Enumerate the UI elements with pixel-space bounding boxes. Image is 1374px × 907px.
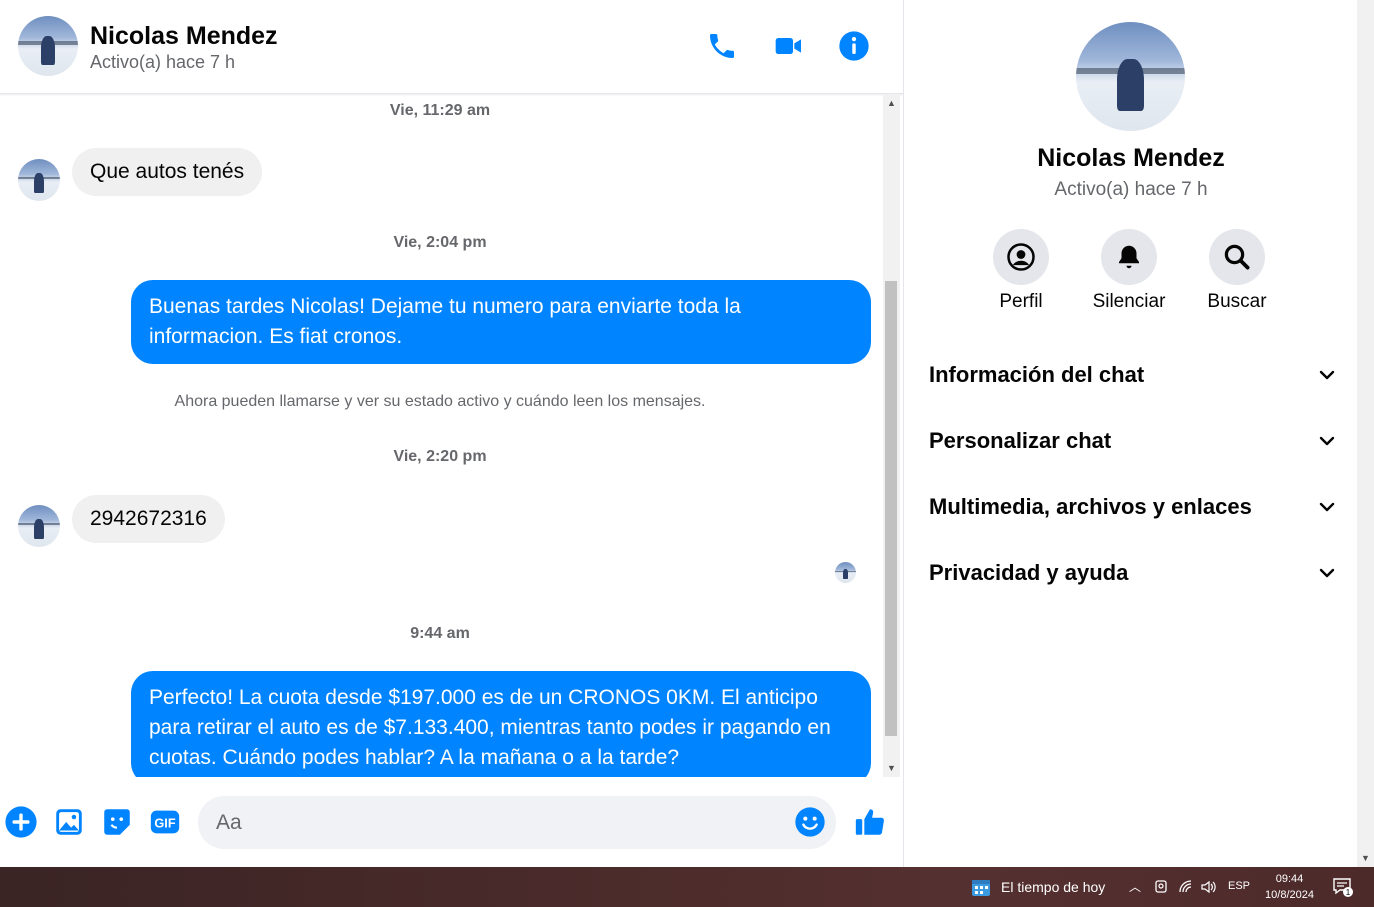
chat-pane: Nicolas Mendez Activo(a) hace 7 h Vie, 1… xyxy=(0,0,903,867)
video-call-icon[interactable] xyxy=(773,30,805,62)
incoming-message[interactable]: 2942672316 xyxy=(72,495,225,543)
camera-icon[interactable] xyxy=(1154,879,1168,895)
mute-button[interactable]: Silenciar xyxy=(1079,229,1179,313)
chevron-down-icon xyxy=(1319,568,1335,578)
messenger-app: Nicolas Mendez Activo(a) hace 7 h Vie, 1… xyxy=(0,0,1374,867)
outgoing-message[interactable]: Buenas tardes Nicolas! Dejame tu numero … xyxy=(131,280,871,364)
search-icon xyxy=(1209,229,1265,285)
seen-receipt-avatar xyxy=(835,562,856,583)
scroll-thumb[interactable] xyxy=(885,281,897,736)
section-media-files-links[interactable]: Multimedia, archivos y enlaces xyxy=(929,487,1337,527)
page-scrollbar[interactable]: ▼ xyxy=(1357,0,1374,867)
system-notice: Ahora pueden llamarse y ver su estado ac… xyxy=(174,393,706,410)
timestamp: Vie, 2:04 pm xyxy=(393,234,487,251)
section-customize-chat[interactable]: Personalizar chat xyxy=(929,421,1337,461)
profile-status: Activo(a) hace 7 h xyxy=(1054,179,1208,200)
bell-icon xyxy=(1101,229,1157,285)
section-privacy-help[interactable]: Privacidad y ayuda xyxy=(929,553,1337,593)
section-label: Información del chat xyxy=(929,362,1145,387)
contact-status: Activo(a) hace 7 h xyxy=(90,52,236,72)
volume-icon[interactable] xyxy=(1200,879,1218,895)
message-scrollbar[interactable]: ▲ ▼ xyxy=(883,95,900,777)
clock-time: 09:44 xyxy=(1275,873,1304,885)
scroll-up-arrow[interactable]: ▲ xyxy=(883,95,900,112)
chevron-down-icon xyxy=(1319,436,1335,446)
clock-date: 10/8/2024 xyxy=(1265,889,1314,901)
notification-count: 1 xyxy=(1346,888,1351,897)
incoming-message[interactable]: Que autos tenés xyxy=(72,148,263,196)
language-indicator[interactable]: ESP xyxy=(1228,880,1250,892)
info-icon[interactable] xyxy=(838,30,870,62)
gif-label: GIF xyxy=(154,816,175,831)
scroll-down-arrow[interactable]: ▼ xyxy=(1357,850,1374,867)
outgoing-message[interactable]: Perfecto! La cuota desde $197.000 es de … xyxy=(131,671,871,777)
timestamp: Vie, 2:20 pm xyxy=(393,448,487,465)
profile-icon xyxy=(993,229,1049,285)
sender-avatar[interactable] xyxy=(18,505,60,547)
phone-call-icon[interactable] xyxy=(706,30,738,62)
section-label: Multimedia, archivos y enlaces xyxy=(929,494,1252,519)
clock[interactable]: 09:44 10/8/2024 xyxy=(1262,871,1317,903)
chat-header: Nicolas Mendez Activo(a) hace 7 h xyxy=(0,0,903,94)
sticker-icon[interactable] xyxy=(100,805,134,839)
scroll-down-arrow[interactable]: ▼ xyxy=(883,760,900,777)
section-label: Privacidad y ayuda xyxy=(929,560,1129,585)
sender-avatar[interactable] xyxy=(18,159,60,201)
timestamp: Vie, 11:29 am xyxy=(389,102,491,119)
add-plus-icon[interactable] xyxy=(4,805,38,839)
message-input[interactable]: Aa xyxy=(198,796,836,849)
search-label: Buscar xyxy=(1207,291,1267,312)
chevron-down-icon xyxy=(1319,370,1335,380)
gif-icon[interactable]: GIF xyxy=(148,805,182,839)
mute-label: Silenciar xyxy=(1092,291,1166,312)
weather-widget-label[interactable]: El tiempo de hoy xyxy=(1001,879,1105,895)
section-label: Personalizar chat xyxy=(929,428,1112,453)
contact-name[interactable]: Nicolas Mendez xyxy=(90,22,278,51)
windows-taskbar: El tiempo de hoy ︿ ESP 09:44 10/8/2024 1 xyxy=(0,867,1374,907)
notification-icon[interactable]: 1 xyxy=(1332,876,1354,898)
profile-label: Perfil xyxy=(999,291,1043,312)
contact-avatar[interactable] xyxy=(18,16,78,76)
message-input-placeholder: Aa xyxy=(216,811,242,834)
profile-avatar[interactable] xyxy=(1076,22,1185,131)
emoji-icon[interactable] xyxy=(794,806,826,838)
like-thumb-icon[interactable] xyxy=(853,805,887,839)
chat-info-panel: Nicolas Mendez Activo(a) hace 7 h Perfil… xyxy=(903,0,1357,867)
timestamp: 9:44 am xyxy=(410,625,470,642)
message-list[interactable]: Vie, 11:29 am Que autos tenés Vie, 2:04 … xyxy=(0,95,883,777)
profile-button[interactable]: Perfil xyxy=(971,229,1071,313)
chevron-down-icon xyxy=(1319,502,1335,512)
profile-name: Nicolas Mendez xyxy=(1037,144,1225,172)
search-button[interactable]: Buscar xyxy=(1187,229,1287,313)
wifi-icon[interactable] xyxy=(1178,879,1194,895)
photo-gallery-icon[interactable] xyxy=(52,805,86,839)
calendar-weather-icon[interactable] xyxy=(970,876,992,898)
section-chat-info[interactable]: Información del chat xyxy=(929,355,1337,395)
chevron-up-icon[interactable]: ︿ xyxy=(1129,878,1141,895)
